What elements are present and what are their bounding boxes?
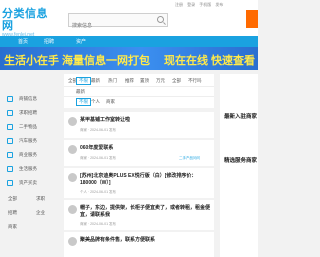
top-link-post[interactable]: 发布 [215,2,223,7]
filter-option[interactable]: 商家 [106,99,115,105]
filter-option[interactable]: 置顶 [140,78,149,84]
sidebar-link[interactable]: 招聘 [8,210,17,216]
sidebar-item-label: 二手物品 [19,124,37,129]
sidebar-item-label: 商业服务 [19,152,37,157]
filter-bar: 全部 不限 最新 热门 推荐 置顶 万元 全部 不行吗 最新 不限 个人 商家 [64,74,214,108]
filter-option-active[interactable]: 不限 [76,77,91,85]
shop-icon [7,96,13,102]
search-box [68,13,168,32]
top-link-mobile[interactable]: 手机版 [199,2,211,7]
post-category[interactable]: 二手产品问问 [179,156,200,161]
filter-option[interactable]: 最新 [91,78,100,84]
page: 分类信息网 www.fenlei.net 注册 登录 手机版 发布 首页 招聘 … [0,0,258,257]
site-logo[interactable]: 分类信息网 www.fenlei.net [2,8,56,38]
filter-option[interactable]: 万元 [156,78,165,84]
nav-item-home[interactable]: 首页 [18,38,28,45]
sidebar-link[interactable]: 商家 [8,224,17,230]
section-title-featured-merchants: 精选服务商家 [224,158,258,164]
divider [64,86,214,87]
filter-option[interactable]: 推荐 [125,78,134,84]
filter-option[interactable]: 全部 [172,78,181,84]
sidebar-item-jobs[interactable]: 求职招聘 [0,106,62,120]
divider [64,96,214,97]
asset-icon [7,180,13,186]
post-title[interactable]: 聚美品牌有条件售，联系方便联系 [80,237,210,244]
avatar [68,117,77,126]
avatar [68,145,77,154]
search-input[interactable] [69,20,149,32]
search-icon[interactable] [157,16,164,23]
sidebar-link[interactable]: 全部 [8,196,17,202]
box-icon [7,124,13,130]
list-item[interactable]: 聚美品牌有条件售，联系方便联系 [64,232,214,257]
post-meta: 商家 · 2024-06-01 发布 [80,156,116,160]
top-link-login[interactable]: 登录 [187,2,195,7]
right-panel: 最新入驻商家 精选服务商家 [220,74,258,257]
sidebar-item-asset[interactable]: 资产买卖 [0,176,62,190]
filter-option[interactable]: 最新 [76,89,85,95]
list-item[interactable]: 帽子，东边，提供架，长柜子便宜卖了，或者转租，租金便宜，请联系我 商家 · 20… [64,200,214,230]
post-title[interactable]: [苏州]北京迪奥PLUS EX悦行版（白）[修改排序价：180000（W）] [80,173,210,187]
promo-banner[interactable]: 生活小在手 海量信息一网打包 现在在线 快速查看 [0,47,258,70]
post-title[interactable]: 某甲基铺工作室转让啦 [80,117,210,124]
car-icon [7,138,13,144]
post-title[interactable]: 帽子，东边，提供架，长柜子便宜卖了，或者转租，租金便宜，请联系我 [80,205,210,219]
sidebar-item-label: 汽车服务 [19,138,37,143]
filter-option[interactable]: 不行吗 [188,78,202,84]
filter-option[interactable]: 热门 [108,78,117,84]
sidebar-item-label: 生活服务 [19,166,37,171]
sidebar-item-secondhand[interactable]: 二手物品 [0,120,62,134]
sidebar-item-life[interactable]: 生活服务 [0,162,62,176]
avatar [68,205,77,214]
banner-left-text: 生活小在手 海量信息一网打包 [4,55,151,67]
logo-text: 分类信息网 [2,8,48,32]
post-meta: 商家 · 2024-06-01 发布 [80,222,116,226]
category-sidebar: 商铺信息 求职招聘 二手物品 汽车服务 商业服务 生活服务 资产买卖 [0,92,62,190]
main-nav: 首页 招聘 资产 [0,36,258,47]
sidebar-item-label: 求职招聘 [19,110,37,115]
sidebar-link[interactable]: 求职 [36,196,45,202]
briefcase-icon [7,110,13,116]
sidebar-item-car[interactable]: 汽车服务 [0,134,62,148]
list-item[interactable]: 某甲基铺工作室转让啦 商家 · 2024-06-01 发布 [64,112,214,138]
filter-option[interactable]: 个人 [91,99,100,105]
nav-item-jobs[interactable]: 招聘 [44,38,54,45]
post-meta: 商家 · 2024-06-01 发布 [80,128,116,132]
post-meta: 个人 · 2024-06-01 发布 [80,190,116,194]
header: 分类信息网 www.fenlei.net 注册 登录 手机版 发布 [0,0,258,38]
sidebar-item-label: 商铺信息 [19,96,37,101]
list-item[interactable]: [苏州]北京迪奥PLUS EX悦行版（白）[修改排序价：180000（W）] 个… [64,168,214,198]
filter-option-active[interactable]: 不限 [76,98,91,106]
service-icon [7,152,13,158]
sidebar-item-shop[interactable]: 商铺信息 [0,92,62,106]
avatar [68,173,77,182]
post-title[interactable]: 060年度爱联系 [80,145,210,152]
nav-item-assets[interactable]: 资产 [76,38,86,45]
top-links: 注册 登录 手机版 发布 [175,2,226,8]
sidebar-item-business[interactable]: 商业服务 [0,148,62,162]
life-icon [7,166,13,172]
post-ad-button[interactable] [246,10,258,28]
list-item[interactable]: 060年度爱联系 商家 · 2024-06-01 发布 二手产品问问 [64,140,214,166]
avatar [68,237,77,246]
sidebar-link[interactable]: 企业 [36,210,45,216]
section-title-new-merchants: 最新入驻商家 [224,114,258,120]
sidebar-item-label: 资产买卖 [19,180,37,185]
banner-right-text: 现在在线 快速查看 [164,55,256,67]
top-link-register[interactable]: 注册 [175,2,183,7]
